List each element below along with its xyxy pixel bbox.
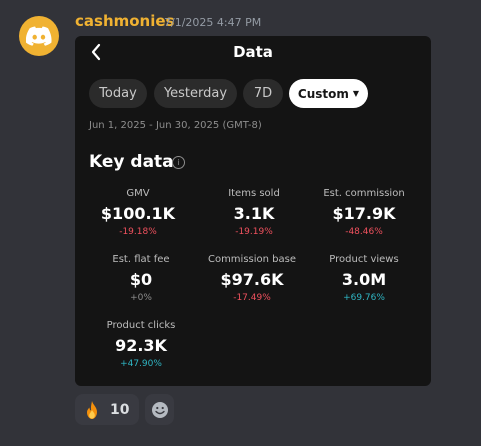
add-reaction-button[interactable]: [145, 394, 174, 425]
metric-change: -19.18%: [119, 227, 157, 237]
tab-label: Yesterday: [163, 86, 228, 101]
metric-label: Est. commission: [323, 188, 405, 199]
tab-yesterday[interactable]: Yesterday: [154, 79, 237, 108]
tab-today[interactable]: Today: [89, 79, 147, 108]
metric-value: $97.6K: [220, 270, 284, 289]
avatar[interactable]: [19, 16, 59, 56]
tab-label: Today: [99, 86, 137, 101]
metric-est-flat-fee: Est. flat fee $0 +0%: [83, 254, 199, 303]
metric-items-sold: Items sold 3.1K -19.19%: [196, 188, 312, 237]
metric-change: -17.49%: [233, 293, 271, 303]
metric-label: Est. flat fee: [112, 254, 170, 265]
tab-custom[interactable]: Custom ▼: [289, 79, 368, 108]
metric-change: +0%: [130, 293, 152, 303]
metric-value: $0: [129, 270, 153, 289]
message-timestamp: 7/1/2025 4:47 PM: [164, 16, 262, 29]
metric-label: Items sold: [228, 188, 280, 199]
tab-label: Custom: [297, 86, 349, 101]
fire-icon: [87, 400, 97, 419]
metric-value: 92.3K: [115, 336, 167, 355]
metric-change: -48.46%: [345, 227, 383, 237]
section-title: Key data: [89, 152, 174, 172]
metric-label: GMV: [126, 188, 150, 199]
reaction-count: 10: [110, 401, 130, 418]
chevron-down-icon: ▼: [352, 89, 360, 98]
tab-label: 7D: [253, 86, 273, 101]
metric-change: -19.19%: [235, 227, 273, 237]
metric-value: 3.0M: [341, 270, 387, 289]
metric-label: Product clicks: [106, 320, 176, 331]
date-range: Jun 1, 2025 - Jun 30, 2025 (GMT-8): [89, 120, 262, 131]
info-icon[interactable]: i: [172, 156, 185, 169]
metric-value: $100.1K: [100, 204, 176, 223]
metric-value: $17.9K: [332, 204, 396, 223]
add-reaction-icon: [151, 401, 168, 418]
reaction-fire[interactable]: 10: [75, 394, 139, 425]
metric-product-views: Product views 3.0M +69.76%: [306, 254, 422, 303]
page-title: Data: [233, 43, 273, 61]
metric-change: +69.76%: [343, 293, 385, 303]
metric-est-commission: Est. commission $17.9K -48.46%: [306, 188, 422, 237]
metric-label: Product views: [329, 254, 399, 265]
metric-product-clicks: Product clicks 92.3K +47.90%: [83, 320, 199, 369]
username[interactable]: cashmonies: [75, 12, 174, 30]
tab-7d[interactable]: 7D: [243, 79, 283, 108]
metric-commission-base: Commission base $97.6K -17.49%: [194, 254, 310, 303]
metric-change: +47.90%: [120, 359, 162, 369]
data-screenshot-card[interactable]: Data Today Yesterday 7D Custom ▼ Jun 1, …: [75, 36, 431, 386]
metric-gmv: GMV $100.1K -19.18%: [80, 188, 196, 237]
metric-label: Commission base: [207, 254, 297, 265]
discord-logo-icon: [26, 26, 52, 46]
metric-value: 3.1K: [233, 204, 275, 223]
